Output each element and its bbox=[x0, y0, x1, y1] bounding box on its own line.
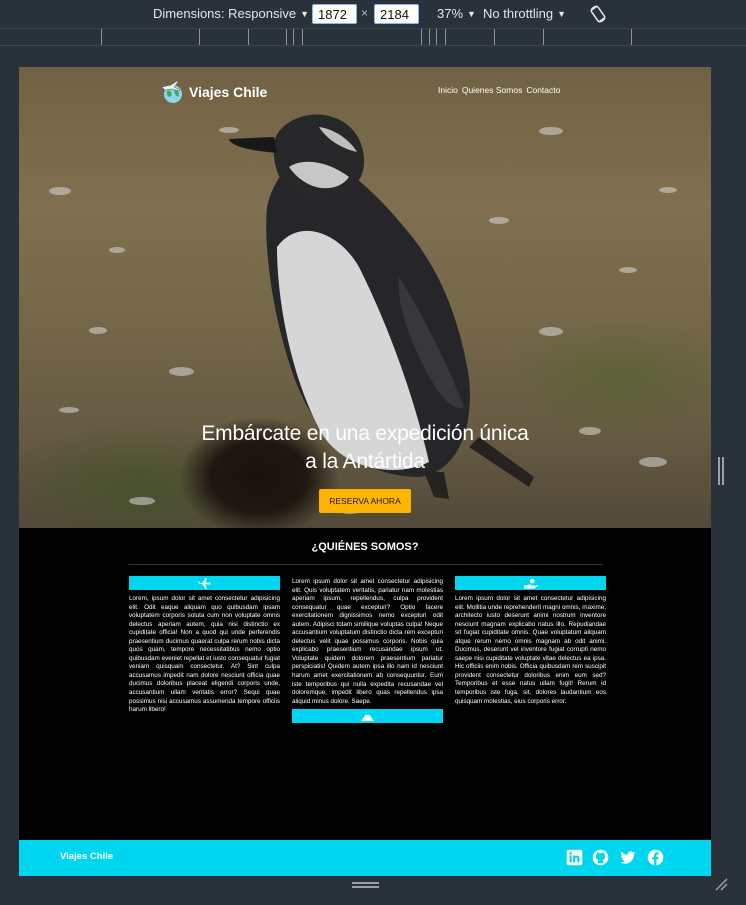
chevron-down-icon: ▼ bbox=[300, 8, 309, 19]
main-nav: Inicio Quienes Somos Contacto bbox=[438, 85, 560, 95]
airplane-icon bbox=[198, 577, 212, 589]
column-2-text: Lorem ipsum dolor sit amet consectetur a… bbox=[292, 578, 443, 705]
twitter-icon[interactable] bbox=[619, 849, 636, 866]
media-query-ruler[interactable] bbox=[0, 28, 746, 46]
facebook-icon[interactable] bbox=[647, 849, 664, 866]
hand-holding-icon bbox=[524, 578, 538, 589]
nav-item-inicio[interactable]: Inicio bbox=[438, 85, 458, 95]
chevron-down-icon: ▼ bbox=[467, 8, 476, 19]
reserva-ahora-button[interactable]: RESERVA AHORA bbox=[319, 489, 411, 513]
column-header-bar bbox=[455, 576, 606, 590]
hero-title-line1: Embárcate en una expedición única bbox=[201, 422, 529, 445]
throttling-label: No throttling bbox=[483, 6, 554, 21]
viewport-resize-handle-bottom[interactable] bbox=[352, 882, 379, 888]
footer-brand[interactable]: Viajes Chile bbox=[60, 851, 113, 862]
dimensions-dropdown[interactable]: Dimensions: Responsive ▼ bbox=[153, 6, 309, 21]
github-icon[interactable] bbox=[592, 849, 609, 866]
viewport-resize-corner-icon[interactable] bbox=[714, 877, 728, 891]
column-3-text: Lorem ipsum dolor sit amet consectetur a… bbox=[455, 595, 606, 705]
hero-title-line2: a la Antártida bbox=[305, 450, 425, 473]
hero-title: Embárcate en una expedición única a la A… bbox=[119, 420, 611, 476]
device-viewport: Viajes Chile Inicio Quienes Somos Contac… bbox=[19, 67, 711, 876]
height-input[interactable]: 2184 bbox=[374, 4, 419, 24]
brand[interactable]: Viajes Chile bbox=[159, 79, 267, 105]
throttling-dropdown[interactable]: No throttling ▼ bbox=[483, 6, 566, 21]
mountain-icon bbox=[361, 711, 374, 721]
linkedin-icon[interactable] bbox=[566, 849, 583, 866]
rotate-icon[interactable] bbox=[588, 4, 608, 24]
about-column-2: Lorem ipsum dolor sit amet consectetur a… bbox=[292, 578, 443, 728]
brand-name: Viajes Chile bbox=[189, 84, 268, 100]
hero-section: Viajes Chile Inicio Quienes Somos Contac… bbox=[19, 67, 711, 528]
viewport-resize-handle-right[interactable] bbox=[718, 457, 724, 485]
section-title: ¿QUIÉNES SOMOS? bbox=[311, 541, 419, 553]
nav-item-quienes-somos[interactable]: Quienes Somos bbox=[462, 85, 522, 95]
times-sign: × bbox=[361, 6, 369, 20]
zoom-dropdown[interactable]: 37% ▼ bbox=[437, 6, 476, 21]
width-input[interactable]: 1872 bbox=[312, 4, 357, 24]
column-header-bar bbox=[129, 576, 280, 590]
devtools-device-toolbar: Dimensions: Responsive ▼ 1872 × 2184 37%… bbox=[0, 0, 746, 28]
site-footer: Viajes Chile bbox=[19, 840, 711, 876]
about-column-3: Lorem ipsum dolor sit amet consectetur a… bbox=[455, 576, 606, 706]
section-divider bbox=[129, 564, 603, 565]
column-header-bar bbox=[292, 709, 443, 724]
chevron-down-icon: ▼ bbox=[557, 8, 567, 19]
zoom-label: 37% bbox=[437, 6, 464, 21]
nav-item-contacto[interactable]: Contacto bbox=[526, 85, 560, 95]
column-1-text: Lorem, ipsum dolor sit amet consectetur … bbox=[129, 595, 280, 714]
about-column-1: Lorem, ipsum dolor sit amet consectetur … bbox=[129, 576, 280, 715]
dimensions-label: Dimensions: Responsive bbox=[153, 6, 297, 21]
globe-plane-logo-icon bbox=[161, 80, 182, 103]
